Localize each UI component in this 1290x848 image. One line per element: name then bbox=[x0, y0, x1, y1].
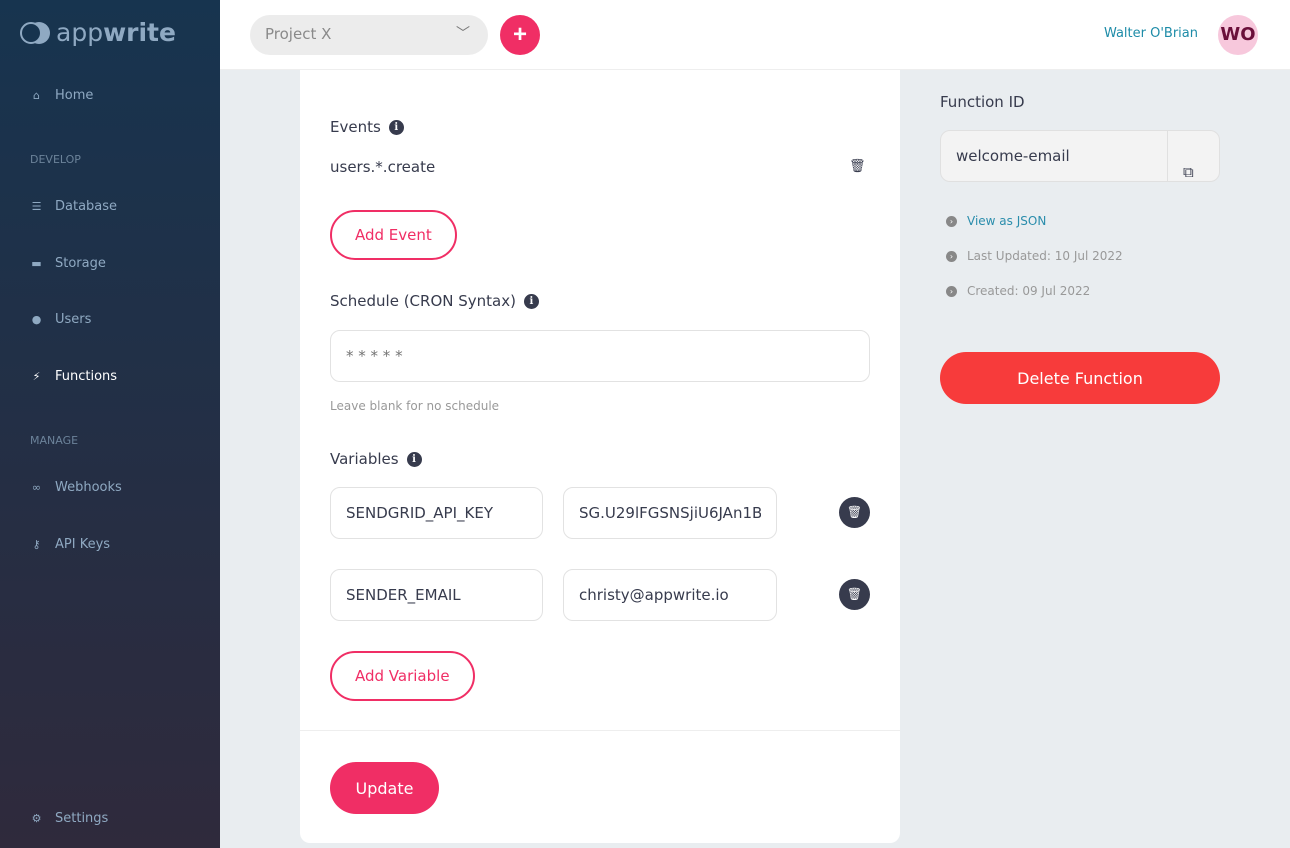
add-project-button[interactable]: + bbox=[500, 15, 540, 55]
sidebar-item-label: Storage bbox=[55, 256, 106, 271]
sidebar-item-label: Webhooks bbox=[55, 480, 122, 495]
sidebar: appwrite ⌂ Home DEVELOP ☰ Database ▬ Storag… bbox=[0, 0, 220, 848]
sidebar-item-storage[interactable]: ▬ Storage bbox=[30, 256, 106, 271]
function-id-field: welcome-email ⧉ bbox=[940, 130, 1220, 182]
info-icon[interactable]: i bbox=[523, 293, 539, 309]
function-id-value[interactable]: welcome-email bbox=[956, 147, 1070, 165]
database-icon: ☰ bbox=[31, 200, 42, 213]
chevron-right-icon: › bbox=[946, 215, 957, 227]
sidebar-item-label: Home bbox=[55, 88, 94, 103]
sidebar-item-label: API Keys bbox=[55, 537, 111, 552]
add-event-button[interactable]: Add Event bbox=[330, 210, 457, 260]
divider bbox=[300, 730, 900, 731]
key-icon: ⚷ bbox=[32, 538, 41, 551]
add-variable-button[interactable]: Add Variable bbox=[330, 651, 475, 701]
sidebar-item-settings[interactable]: ⚙ Settings bbox=[30, 811, 109, 826]
folder-icon: ▬ bbox=[31, 257, 42, 270]
chevron-right-icon: › bbox=[946, 285, 957, 297]
link-text[interactable]: View as JSON bbox=[967, 214, 1046, 228]
delete-variable-button[interactable]: 🗑 bbox=[839, 497, 870, 528]
update-button[interactable]: Update bbox=[330, 762, 439, 814]
schedule-input[interactable] bbox=[330, 330, 870, 382]
chevron-down-icon: ﹀ bbox=[456, 26, 470, 42]
users-icon: ● bbox=[31, 313, 42, 326]
trash-icon[interactable]: 🗑 bbox=[849, 159, 866, 174]
variable-value-input[interactable] bbox=[563, 569, 777, 621]
meta-text: Last Updated: 10 Jul 2022 bbox=[967, 249, 1123, 263]
view-json-link[interactable]: › View as JSON bbox=[946, 214, 1046, 228]
sidebar-item-label: Settings bbox=[55, 811, 109, 826]
sidebar-item-label: Users bbox=[55, 312, 92, 327]
copy-icon: ⧉ bbox=[1183, 163, 1194, 181]
delete-function-button[interactable]: Delete Function bbox=[940, 352, 1220, 404]
header: Project X ﹀ + Walter O'Brian WO bbox=[220, 0, 1290, 70]
home-icon: ⌂ bbox=[33, 89, 40, 102]
created-date: › Created: 09 Jul 2022 bbox=[946, 284, 1090, 298]
gear-icon: ⚙ bbox=[31, 812, 42, 825]
sidebar-item-label: Functions bbox=[55, 369, 118, 384]
link-icon: ∞ bbox=[31, 481, 42, 494]
events-label: Events i bbox=[330, 118, 404, 136]
label-text: Events bbox=[330, 118, 381, 136]
appwrite-logo[interactable]: appwrite bbox=[20, 18, 176, 47]
last-updated: › Last Updated: 10 Jul 2022 bbox=[946, 249, 1123, 263]
bolt-icon: ⚡ bbox=[32, 370, 41, 383]
sidebar-item-label: Database bbox=[55, 199, 118, 214]
schedule-hint: Leave blank for no schedule bbox=[330, 399, 500, 413]
variables-label: Variables i bbox=[330, 450, 422, 468]
trash-icon: 🗑 bbox=[846, 505, 863, 519]
meta-text: Created: 09 Jul 2022 bbox=[967, 284, 1091, 298]
user-name[interactable]: Walter O'Brian bbox=[1104, 26, 1198, 41]
variable-value-input[interactable] bbox=[563, 487, 777, 539]
avatar[interactable]: WO bbox=[1218, 15, 1258, 55]
project-selector[interactable]: Project X ﹀ bbox=[250, 15, 488, 55]
copy-button[interactable]: ⧉ bbox=[1167, 131, 1219, 181]
sidebar-item-database[interactable]: ☰ Database bbox=[30, 199, 117, 214]
project-name: Project X bbox=[265, 25, 332, 43]
variable-key-input[interactable] bbox=[330, 569, 543, 621]
logo-text: app bbox=[56, 18, 104, 47]
info-icon[interactable]: i bbox=[388, 119, 404, 135]
sidebar-item-functions[interactable]: ⚡ Functions bbox=[30, 369, 117, 384]
label-text: Variables bbox=[330, 450, 399, 468]
info-icon[interactable]: i bbox=[406, 451, 422, 467]
sidebar-item-users[interactable]: ● Users bbox=[30, 312, 92, 327]
trash-icon: 🗑 bbox=[846, 587, 863, 601]
section-develop: DEVELOP bbox=[30, 153, 81, 166]
schedule-label: Schedule (CRON Syntax) i bbox=[330, 292, 539, 310]
event-item: users.*.create bbox=[330, 158, 436, 176]
sidebar-item-home[interactable]: ⌂ Home bbox=[30, 88, 93, 103]
variable-key-input[interactable] bbox=[330, 487, 543, 539]
label-text: Schedule (CRON Syntax) bbox=[330, 292, 516, 310]
sidebar-item-webhooks[interactable]: ∞ Webhooks bbox=[30, 480, 122, 495]
sidebar-item-api-keys[interactable]: ⚷ API Keys bbox=[30, 537, 110, 552]
function-settings-card: Events i users.*.create 🗑 Add Event Sched… bbox=[300, 70, 900, 843]
function-id-label: Function ID bbox=[940, 93, 1025, 111]
section-manage: MANAGE bbox=[30, 434, 79, 447]
delete-variable-button[interactable]: 🗑 bbox=[839, 579, 870, 610]
logo-mark-icon bbox=[20, 21, 50, 44]
logo-text-bold: write bbox=[103, 18, 176, 47]
chevron-right-icon: › bbox=[946, 250, 957, 262]
